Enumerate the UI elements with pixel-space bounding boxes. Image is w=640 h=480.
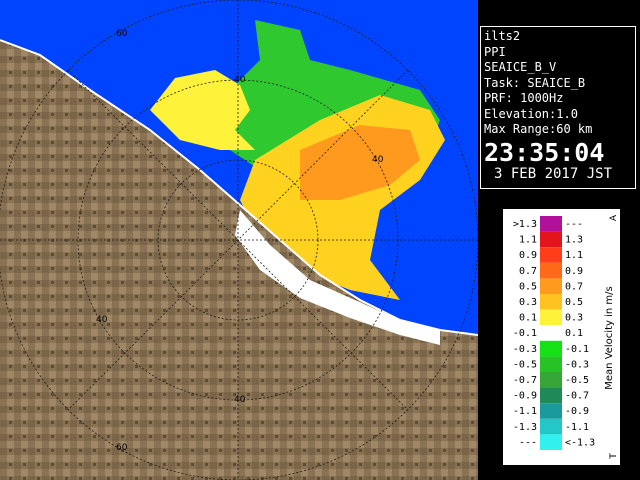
info-panel: ilts2 PPI SEAICE_B_V Task: SEAICE_B PRF:…	[480, 26, 636, 189]
ring-label: 40	[372, 155, 384, 165]
legend-label-left: -0.5	[513, 359, 537, 370]
legend-bottom-marker: T	[609, 453, 619, 460]
legend-label-right: 0.7	[565, 281, 583, 292]
legend-swatch	[540, 387, 562, 404]
scan-date: 3 FEB 2017 JST	[494, 165, 613, 182]
legend-label-left: 0.3	[519, 297, 537, 308]
legend-label-left: -1.3	[513, 422, 537, 433]
legend-label-right: 0.1	[565, 328, 583, 339]
ring-label: 40	[234, 75, 246, 85]
legend-label-right: -0.9	[565, 406, 589, 417]
legend-label-left: 0.1	[519, 313, 537, 324]
ring-label: 40	[234, 395, 246, 405]
legend-label-left: -0.7	[513, 375, 537, 386]
legend-swatch	[540, 294, 562, 310]
legend-swatch	[540, 372, 562, 388]
legend-label-right: 0.9	[565, 266, 583, 277]
product-name: SEAICE_B_V	[484, 60, 557, 74]
ring-label: 60	[116, 29, 128, 39]
legend-label-left: 0.5	[519, 281, 537, 292]
legend-label-left: -1.1	[513, 406, 537, 417]
scan-time: 23:35:04	[484, 137, 605, 167]
elevation-value: Elevation:1.0	[484, 106, 578, 121]
legend-label-left: >1.3	[513, 219, 537, 230]
legend-top-marker: A	[609, 214, 619, 221]
legend-label-right: <-1.3	[565, 437, 595, 448]
legend-label-left: -0.9	[513, 391, 537, 402]
legend-label-right: ---	[565, 219, 583, 230]
legend-swatch	[540, 403, 562, 419]
velocity-legend: >1.3 --- 1.1 1.3 0.9 1.1 0.7 0.9 0.5 0.7 0.3 0.5 0.1…	[503, 209, 620, 465]
legend-label-left: -0.3	[513, 344, 537, 355]
legend-label-right: 1.1	[565, 250, 583, 261]
legend-label-right: -0.5	[565, 375, 589, 386]
legend-label-right: 1.3	[565, 235, 583, 246]
legend-label-right: -1.1	[565, 422, 589, 433]
legend-label-right: 0.3	[565, 313, 583, 324]
task-name: Task: SEAICE_B	[484, 75, 586, 90]
legend-label-left: -0.1	[513, 328, 537, 339]
legend-label-right: -0.1	[565, 344, 589, 355]
legend-label-right: -0.7	[565, 391, 589, 402]
max-range: Max Range:60 km	[484, 122, 593, 136]
legend-swatch	[540, 418, 562, 435]
radar-ppi-map: 60 40 40 40 40 60	[0, 0, 478, 480]
legend-swatch	[540, 262, 562, 279]
ring-label: 60	[116, 443, 128, 453]
legend-label-right: -0.3	[565, 359, 589, 370]
legend-swatch	[540, 340, 562, 357]
legend-swatch	[540, 356, 562, 372]
legend-label-left: 0.9	[519, 250, 537, 261]
legend-label-left: ---	[519, 437, 537, 448]
scan-mode: PPI	[484, 44, 506, 59]
no-data-area	[0, 0, 478, 20]
legend-swatch	[540, 434, 562, 450]
prf-value: PRF: 1000Hz	[484, 91, 564, 105]
legend-swatch	[540, 216, 562, 232]
legend-swatch	[540, 247, 562, 263]
legend-label-left: 1.1	[519, 235, 537, 246]
legend-label-right: 0.5	[565, 297, 583, 308]
legend-swatch	[540, 309, 562, 326]
legend-title: Mean Velocity in m/s	[604, 286, 615, 389]
legend-label-left: 0.7	[519, 266, 537, 277]
site-name: ilts2	[484, 29, 521, 43]
legend-swatch	[540, 325, 562, 341]
legend-swatch	[540, 231, 562, 248]
ring-label: 40	[96, 315, 108, 325]
legend-swatch	[540, 278, 562, 294]
